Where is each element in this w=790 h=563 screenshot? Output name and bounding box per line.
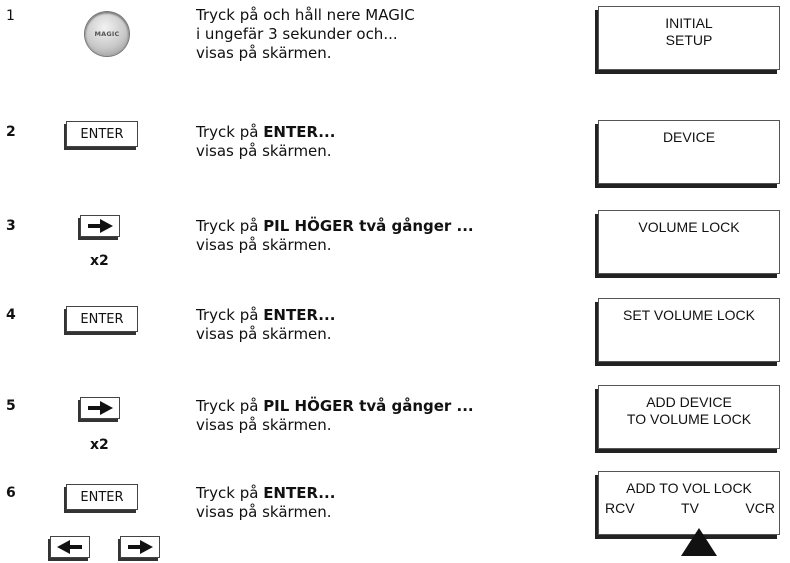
left-arrow-icon [57, 540, 82, 554]
screen-4-line-1: SET VOLUME LOCK [622, 307, 755, 323]
step-number-4: 4 [6, 307, 16, 323]
step-number-2: 2 [6, 124, 16, 140]
step-number-1: 1 [6, 8, 15, 24]
step-5-line-2: visas på skärmen. [196, 416, 332, 434]
magic-button: MAGIC [85, 12, 129, 56]
right-arrow-icon [88, 401, 113, 415]
enter-button: ENTER [66, 306, 138, 332]
screen-1-line-1: INITIAL [665, 15, 713, 31]
step-1-line-2: i ungefär 3 sekunder och... [196, 25, 398, 43]
screen-display-3: VOLUME LOCK [598, 210, 780, 274]
step-5-instruction: Tryck på PIL HÖGER två gånger ... visas … [196, 397, 474, 435]
screen-2-line-1: DEVICE [662, 129, 716, 145]
step-2-prefix: Tryck på [196, 123, 264, 141]
repeat-count: x2 [90, 253, 109, 269]
enter-button: ENTER [66, 121, 138, 147]
screen-display-4: SET VOLUME LOCK [598, 298, 780, 362]
step-3-key: PIL HÖGER två gånger ... [263, 217, 474, 235]
step-3-instruction: Tryck på PIL HÖGER två gånger ... visas … [196, 217, 474, 255]
step-5-prefix: Tryck på [196, 397, 264, 415]
selection-pointer-icon [681, 528, 717, 556]
option-vcr: VCR [745, 500, 775, 516]
option-tv: TV [681, 500, 699, 516]
step-2-instruction: Tryck på ENTER... visas på skärmen. [196, 123, 335, 161]
step-3-line-2: visas på skärmen. [196, 236, 332, 254]
left-arrow-button [50, 536, 90, 558]
step-1-line-1: Tryck på och håll nere MAGIC [196, 6, 415, 24]
repeat-count: x2 [90, 437, 109, 453]
step-5-key: PIL HÖGER två gånger ... [263, 397, 474, 415]
screen-display-6: ADD TO VOL LOCK RCV TV VCR [598, 471, 780, 535]
step-6-prefix: Tryck på [196, 484, 264, 502]
step-number-5: 5 [6, 398, 16, 414]
option-rcv: RCV [605, 500, 635, 516]
screen-3-line-1: VOLUME LOCK [638, 219, 740, 235]
step-4-instruction: Tryck på ENTER... visas på skärmen. [196, 306, 335, 344]
step-6-key: ENTER... [263, 484, 336, 502]
right-arrow-icon [128, 540, 153, 554]
screen-6-options: RCV TV VCR [599, 497, 779, 516]
right-arrow-button [80, 215, 120, 237]
enter-button: ENTER [66, 484, 138, 510]
step-4-prefix: Tryck på [196, 306, 264, 324]
step-1-line-3: visas på skärmen. [196, 44, 332, 62]
step-number-3: 3 [6, 218, 16, 234]
screen-6-title: ADD TO VOL LOCK [626, 480, 752, 496]
step-1-instruction: Tryck på och håll nere MAGIC i ungefär 3… [196, 6, 415, 63]
screen-display-2: DEVICE [598, 120, 780, 184]
screen-5-line-1: ADD DEVICE [646, 394, 732, 410]
screen-1-line-2: SETUP [665, 32, 713, 48]
screen-display-1: INITIAL SETUP [598, 6, 780, 70]
right-arrow-button [80, 397, 120, 419]
step-2-key: ENTER... [263, 123, 336, 141]
step-number-6: 6 [6, 485, 16, 501]
magic-button-label: MAGIC [94, 30, 120, 38]
right-arrow-icon [88, 219, 113, 233]
step-6-line-2: visas på skärmen. [196, 503, 332, 521]
right-arrow-button [120, 536, 160, 558]
step-6-instruction: Tryck på ENTER... visas på skärmen. [196, 484, 335, 522]
step-4-line-2: visas på skärmen. [196, 325, 332, 343]
screen-5-line-2: TO VOLUME LOCK [626, 411, 752, 427]
step-3-prefix: Tryck på [196, 217, 264, 235]
screen-display-5: ADD DEVICE TO VOLUME LOCK [598, 385, 780, 449]
step-2-line-2: visas på skärmen. [196, 142, 332, 160]
step-4-key: ENTER... [263, 306, 336, 324]
